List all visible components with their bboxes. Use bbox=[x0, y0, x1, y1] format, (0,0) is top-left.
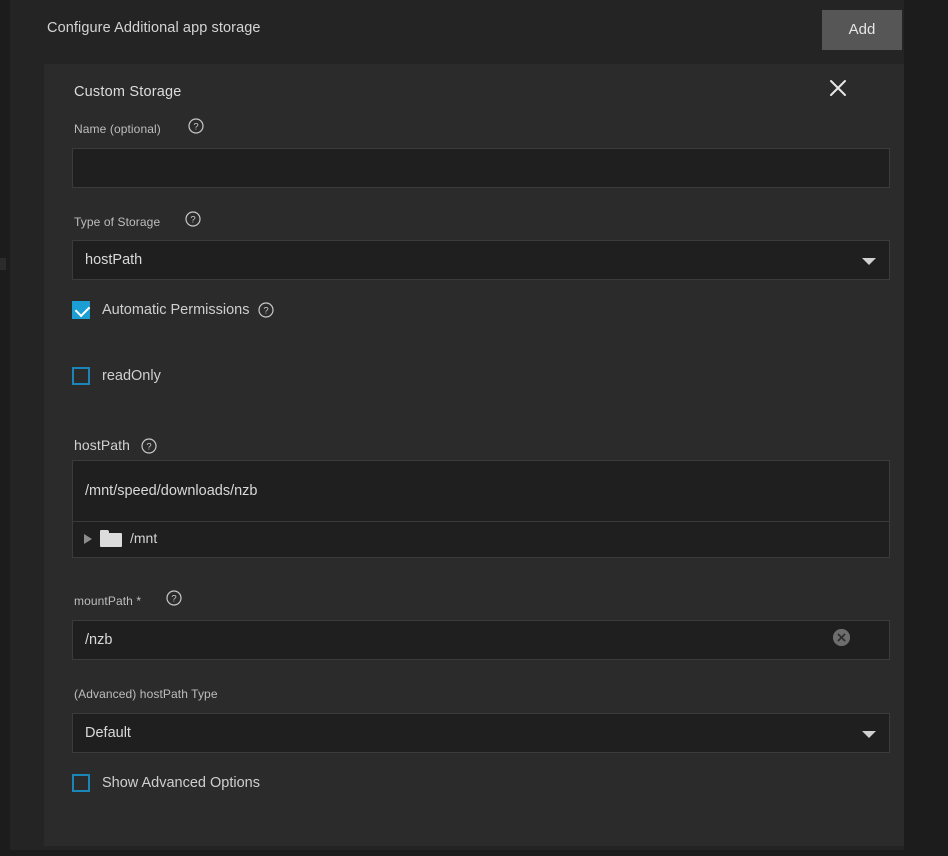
name-input[interactable] bbox=[72, 148, 890, 188]
show-advanced-options-label: Show Advanced Options bbox=[102, 775, 260, 791]
read-only-label: readOnly bbox=[102, 368, 161, 384]
mount-path-input[interactable]: /nzb bbox=[72, 620, 890, 660]
card-title: Custom Storage bbox=[74, 84, 182, 100]
page-title: Configure Additional app storage bbox=[47, 20, 261, 36]
show-advanced-options-checkbox[interactable] bbox=[72, 774, 90, 792]
chevron-down-icon bbox=[862, 258, 876, 265]
automatic-permissions-label: Automatic Permissions bbox=[102, 302, 249, 318]
mount-path-value: /nzb bbox=[85, 632, 112, 648]
mount-path-help-icon[interactable]: ? bbox=[166, 590, 182, 606]
additional-storage-panel: Configure Additional app storage Add Cus… bbox=[10, 0, 904, 850]
chevron-down-icon bbox=[862, 731, 876, 738]
type-of-storage-help-icon[interactable]: ? bbox=[185, 211, 201, 227]
svg-text:?: ? bbox=[171, 594, 176, 605]
type-of-storage-label: Type of Storage bbox=[74, 215, 160, 229]
advanced-host-path-type-label: (Advanced) hostPath Type bbox=[74, 687, 218, 701]
panel-header: Configure Additional app storage Add bbox=[10, 0, 904, 60]
automatic-permissions-checkbox[interactable] bbox=[72, 301, 90, 319]
host-path-tree-item-mnt[interactable]: /mnt bbox=[73, 522, 889, 556]
svg-text:?: ? bbox=[190, 215, 195, 226]
advanced-host-path-type-select[interactable]: Default bbox=[72, 713, 890, 753]
automatic-permissions-help-icon[interactable]: ? bbox=[258, 302, 274, 318]
host-path-tree-label: /mnt bbox=[130, 530, 157, 546]
left-gutter bbox=[0, 0, 10, 856]
advanced-host-path-type-value: Default bbox=[85, 725, 131, 741]
svg-text:?: ? bbox=[146, 442, 151, 453]
background-sliver bbox=[0, 258, 6, 270]
host-path-field[interactable]: /mnt/speed/downloads/nzb /mnt bbox=[72, 460, 890, 558]
host-path-help-icon[interactable]: ? bbox=[141, 438, 157, 454]
close-icon[interactable] bbox=[823, 73, 853, 103]
host-path-label: hostPath bbox=[74, 437, 130, 453]
name-label: Name (optional) bbox=[74, 122, 161, 136]
check-icon bbox=[75, 302, 91, 318]
type-of-storage-select[interactable]: hostPath bbox=[72, 240, 890, 280]
name-help-icon[interactable]: ? bbox=[188, 118, 204, 134]
mount-path-label: mountPath * bbox=[74, 594, 141, 608]
app-root: Configure Additional app storage Add Cus… bbox=[0, 0, 948, 856]
host-path-value: /mnt/speed/downloads/nzb bbox=[85, 483, 258, 499]
type-of-storage-value: hostPath bbox=[85, 252, 142, 268]
add-button[interactable]: Add bbox=[822, 10, 902, 50]
read-only-checkbox[interactable] bbox=[72, 367, 90, 385]
svg-text:?: ? bbox=[263, 306, 268, 317]
custom-storage-card: Custom Storage Name (optional) ? Type of… bbox=[44, 64, 904, 846]
svg-text:?: ? bbox=[193, 122, 198, 133]
chevron-right-icon[interactable] bbox=[84, 534, 92, 544]
folder-icon bbox=[100, 530, 122, 547]
clear-mount-path-icon[interactable] bbox=[833, 629, 850, 646]
